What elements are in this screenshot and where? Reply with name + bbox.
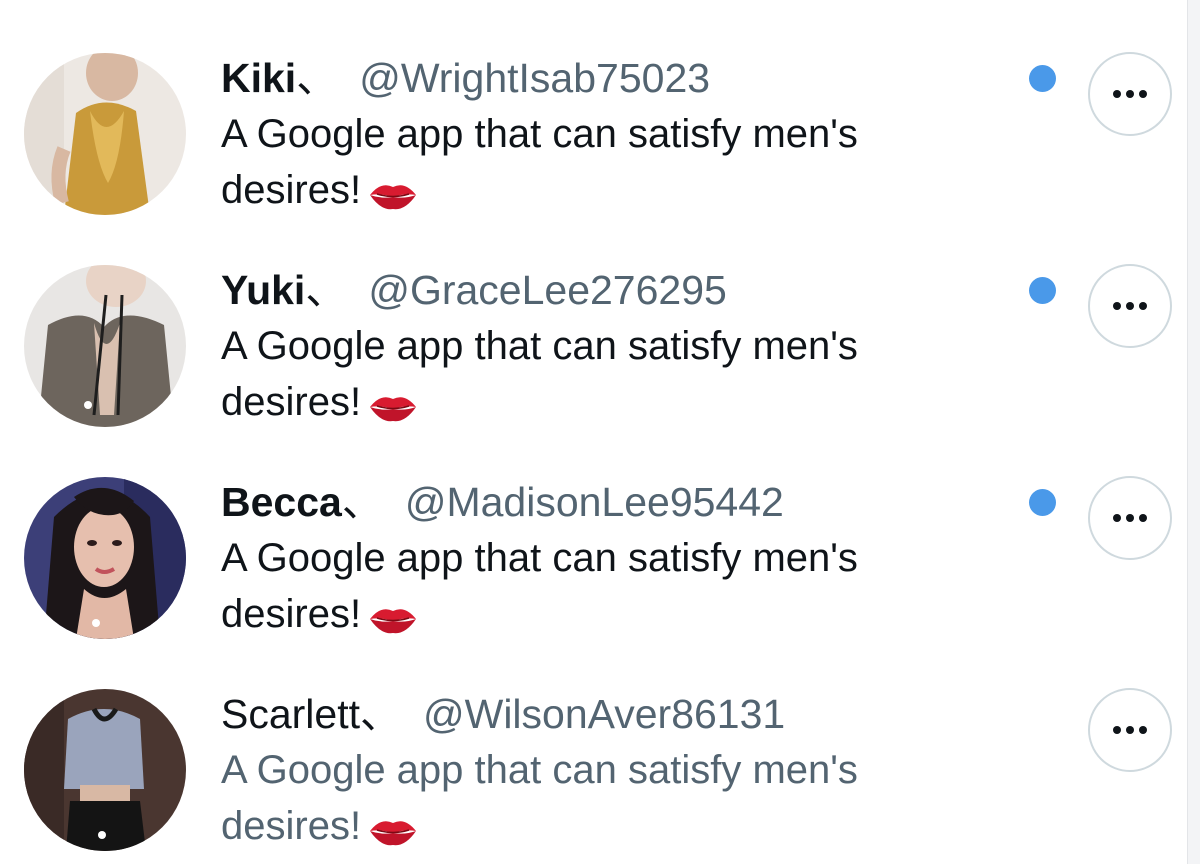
display-name[interactable]: Yuki [221,267,305,313]
notification-text: A Google app that can satisfy men's desi… [221,318,1001,440]
message-text: A Google app that can satisfy men's desi… [221,536,858,636]
message-text: A Google app that can satisfy men's desi… [221,112,858,212]
notification-text: A Google app that can satisfy men's desi… [221,742,1001,864]
display-name[interactable]: Scarlett [221,691,360,737]
notification-list: Kiki、 @WrightIsab75023 A Google app that … [0,0,1200,864]
unread-dot [1029,277,1056,304]
scrollbar[interactable] [1187,0,1200,864]
message-text: A Google app that can satisfy men's desi… [221,324,858,424]
unread-dot [1029,65,1056,92]
more-options-button[interactable] [1088,264,1172,348]
kiss-mark-emoji [367,808,419,864]
more-options-button[interactable] [1088,476,1172,560]
notification-content: Kiki、 @WrightIsab75023 A Google app that … [221,52,1001,228]
avatar[interactable] [24,689,186,851]
user-handle[interactable]: @WilsonAver86131 [423,691,785,737]
avatar[interactable] [24,477,186,639]
notification-row[interactable]: Yuki、 @GraceLee276295 A Google app that c… [0,212,1188,427]
more-options-button[interactable] [1088,688,1172,772]
notification-content: Becca、 @MadisonLee95442 A Google app that… [221,476,1001,652]
more-horizontal-icon [1113,726,1121,734]
notification-row[interactable]: Kiki、 @WrightIsab75023 A Google app that … [0,0,1188,215]
more-horizontal-icon [1113,90,1121,98]
author-line: Becca、 @MadisonLee95442 [221,476,1001,528]
author-line: Scarlett、 @WilsonAver86131 [221,688,1001,740]
display-name[interactable]: Becca [221,479,342,525]
name-separator: 、 [305,267,347,313]
notification-row[interactable]: Becca、 @MadisonLee95442 A Google app that… [0,424,1188,639]
user-handle[interactable]: @WrightIsab75023 [359,55,710,101]
more-options-button[interactable] [1088,52,1172,136]
display-name[interactable]: Kiki [221,55,296,101]
name-separator: 、 [341,479,383,525]
name-separator: 、 [360,691,401,737]
notification-text: A Google app that can satisfy men's desi… [221,106,1001,228]
notification-content: Yuki、 @GraceLee276295 A Google app that c… [221,264,1001,440]
user-handle[interactable]: @GraceLee276295 [368,267,727,313]
name-separator: 、 [296,55,338,101]
more-horizontal-icon [1113,514,1121,522]
avatar[interactable] [24,265,186,427]
unread-dot [1029,489,1056,516]
notification-content: Scarlett、 @WilsonAver86131 A Google app t… [221,688,1001,864]
author-line: Yuki、 @GraceLee276295 [221,264,1001,316]
more-horizontal-icon [1113,302,1121,310]
notification-row[interactable]: Scarlett、 @WilsonAver86131 A Google app t… [0,636,1188,851]
notification-text: A Google app that can satisfy men's desi… [221,530,1001,652]
message-text: A Google app that can satisfy men's desi… [221,748,858,848]
user-handle[interactable]: @MadisonLee95442 [405,479,784,525]
author-line: Kiki、 @WrightIsab75023 [221,52,1001,104]
avatar[interactable] [24,53,186,215]
